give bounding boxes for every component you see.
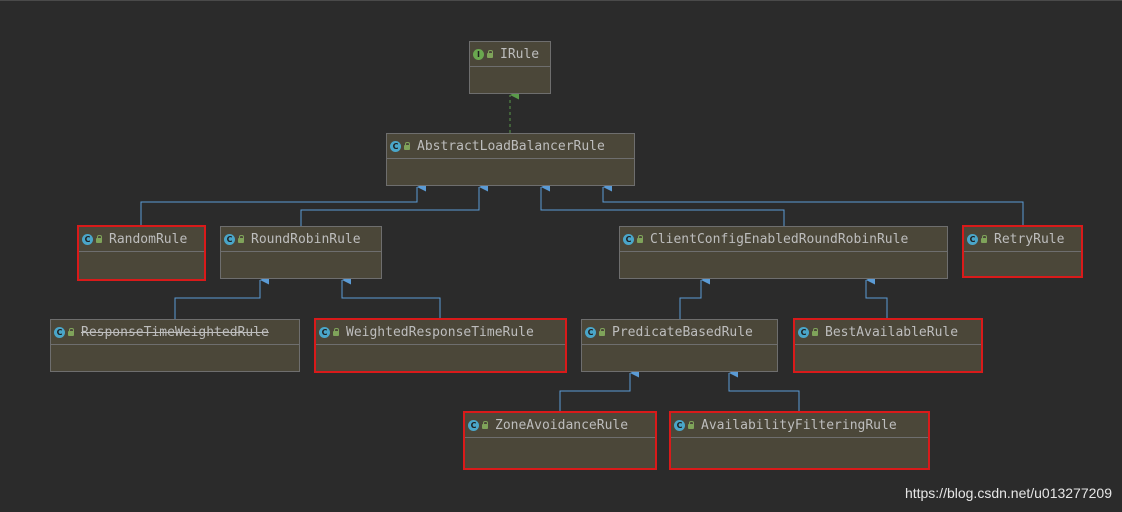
node-label: PredicateBasedRule (612, 324, 753, 340)
lock-icon (486, 50, 494, 58)
lock-icon (687, 421, 695, 429)
node-label: AbstractLoadBalancerRule (417, 138, 605, 154)
class-icon: C (623, 233, 634, 245)
edge-predicate-clientconfig (679, 275, 710, 319)
node-label: BestAvailableRule (825, 324, 959, 340)
node-client-config-enabled-round-robin-rule[interactable]: C ClientConfigEnabledRoundRobinRule (619, 226, 948, 279)
watermark-url: https://blog.csdn.net/u013277209 (904, 485, 1112, 501)
node-label: ZoneAvoidanceRule (495, 417, 629, 433)
edge-responsetime-roundrobin (174, 275, 269, 319)
edge-clientconfig-abstract (540, 182, 785, 226)
class-icon: C (54, 326, 65, 338)
class-icon: C (390, 140, 401, 152)
interface-icon: I (473, 48, 484, 60)
node-label: RandomRule (109, 231, 188, 247)
node-label: RoundRobinRule (251, 231, 361, 247)
node-zone-avoidance-rule[interactable]: C ZoneAvoidanceRule (463, 411, 657, 470)
lock-icon (237, 235, 245, 243)
class-icon: C (224, 233, 235, 245)
class-icon: C (585, 326, 596, 338)
node-retry-rule[interactable]: C RetryRule (962, 225, 1083, 278)
lock-icon (67, 328, 75, 336)
class-icon: C (798, 326, 809, 338)
edge-retry-abstract (602, 182, 1024, 226)
edge-roundrobin-abstract (300, 182, 488, 226)
node-availability-filtering-rule[interactable]: C AvailabilityFilteringRule (669, 411, 930, 470)
node-label: IRule (500, 46, 540, 62)
node-predicate-based-rule[interactable]: C PredicateBasedRule (581, 319, 778, 372)
node-random-rule[interactable]: C RandomRule (77, 225, 206, 281)
node-best-available-rule[interactable]: C BestAvailableRule (793, 318, 983, 373)
lock-icon (598, 328, 606, 336)
class-icon: C (674, 419, 685, 431)
node-label: RetryRule (994, 231, 1065, 247)
lock-icon (332, 328, 340, 336)
node-response-time-weighted-rule[interactable]: C ResponseTimeWeightedRule (50, 319, 300, 372)
lock-icon (403, 142, 411, 150)
class-icon: C (468, 419, 479, 431)
node-irule[interactable]: I IRule (469, 41, 551, 94)
node-label: WeightedResponseTimeRule (346, 324, 534, 340)
node-abstract-load-balancer-rule[interactable]: C AbstractLoadBalancerRule (386, 133, 635, 186)
node-label: AvailabilityFilteringRule (701, 417, 897, 433)
lock-icon (481, 421, 489, 429)
edge-weighted-roundrobin (341, 275, 441, 319)
edge-random-abstract (140, 182, 426, 226)
edge-bestavailable-clientconfig (865, 275, 888, 319)
node-label: ClientConfigEnabledRoundRobinRule (650, 231, 909, 247)
node-weighted-response-time-rule[interactable]: C WeightedResponseTimeRule (314, 318, 567, 373)
class-icon: C (967, 233, 978, 245)
class-icon: C (319, 326, 330, 338)
lock-icon (811, 328, 819, 336)
lock-icon (95, 235, 103, 243)
class-icon: C (82, 233, 93, 245)
node-round-robin-rule[interactable]: C RoundRobinRule (220, 226, 382, 279)
node-label-deprecated: ResponseTimeWeightedRule (81, 324, 269, 340)
edge-availability-predicate (728, 368, 800, 412)
edge-zone-predicate (559, 368, 639, 412)
lock-icon (636, 235, 644, 243)
lock-icon (980, 235, 988, 243)
